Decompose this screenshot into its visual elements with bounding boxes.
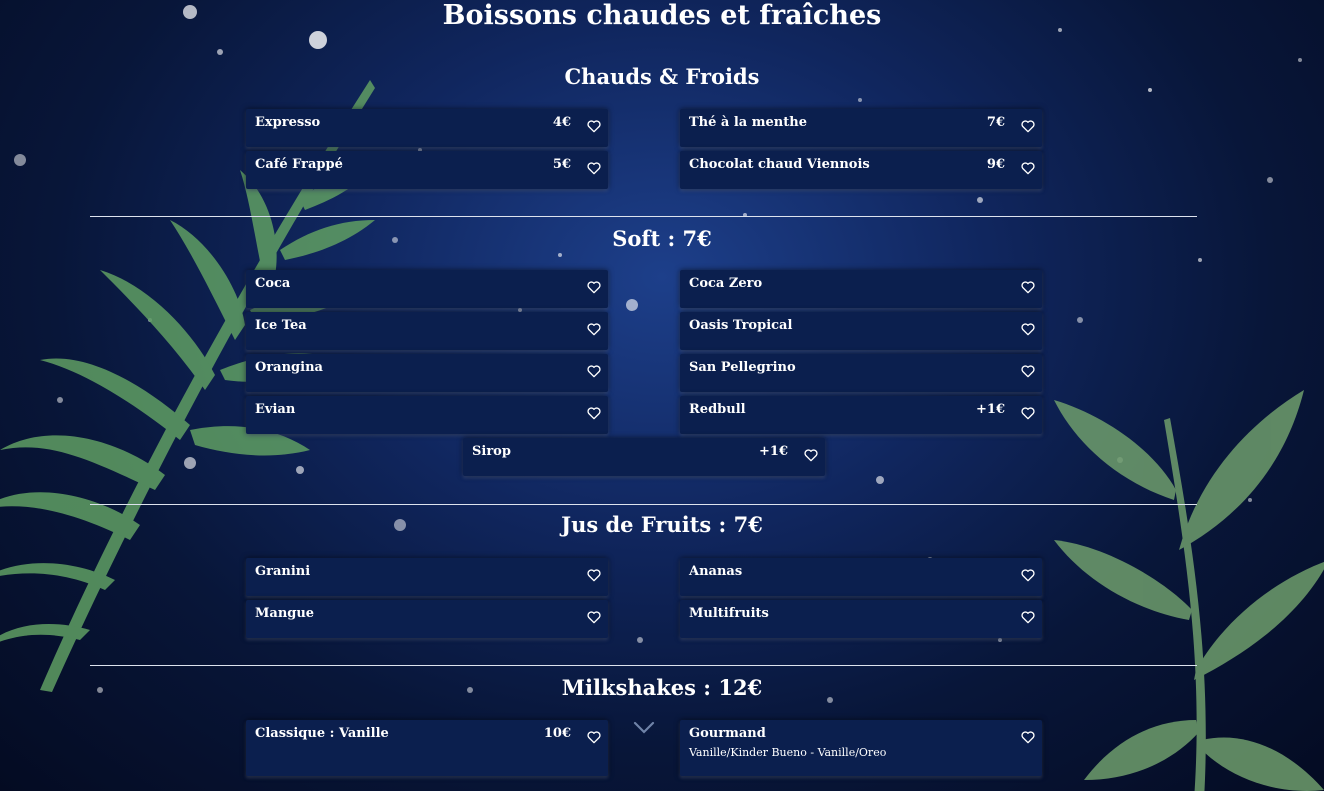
- heart-outline-icon[interactable]: [1020, 609, 1036, 625]
- heart-outline-icon[interactable]: [586, 279, 602, 295]
- heart-outline-icon[interactable]: [1020, 363, 1036, 379]
- item-name: Ice Tea: [255, 318, 307, 333]
- item-name: Evian: [255, 402, 296, 417]
- menu-item-chocolat-viennois[interactable]: Chocolat chaud Viennois 9€: [680, 151, 1042, 189]
- menu-item-ice-tea[interactable]: Ice Tea: [246, 312, 608, 350]
- item-price: 7€: [986, 115, 1005, 130]
- menu-item-coca[interactable]: Coca: [246, 270, 608, 308]
- item-price: 10€: [543, 726, 571, 741]
- section-title-milkshakes: Milkshakes : 12€: [561, 675, 763, 700]
- menu-item-oasis-tropical[interactable]: Oasis Tropical: [680, 312, 1042, 350]
- menu-item-mangue[interactable]: Mangue: [246, 600, 608, 638]
- menu-item-orangina[interactable]: Orangina: [246, 354, 608, 392]
- heart-outline-icon[interactable]: [1020, 405, 1036, 421]
- item-price: 9€: [986, 157, 1005, 172]
- item-name: Redbull: [689, 402, 746, 417]
- heart-outline-icon[interactable]: [803, 447, 819, 463]
- menu-item-multifruits[interactable]: Multifruits: [680, 600, 1042, 638]
- menu-item-sirop[interactable]: Sirop +1€: [463, 438, 825, 476]
- menu-item-gourmand[interactable]: Gourmand Vanille/Kinder Bueno - Vanille/…: [680, 720, 1042, 776]
- heart-outline-icon[interactable]: [586, 567, 602, 583]
- menu-item-cafe-frappe[interactable]: Café Frappé 5€: [246, 151, 608, 189]
- item-name: Sirop: [472, 444, 511, 459]
- heart-outline-icon[interactable]: [586, 609, 602, 625]
- item-price: +1€: [976, 402, 1005, 417]
- item-description: Vanille/Kinder Bueno - Vanille/Oreo: [689, 746, 887, 759]
- section-divider: [90, 665, 1197, 666]
- section-divider: [90, 504, 1197, 505]
- heart-outline-icon[interactable]: [586, 118, 602, 134]
- section-title-soft: Soft : 7€: [612, 226, 712, 251]
- item-name: Granini: [255, 564, 311, 579]
- item-price: 5€: [552, 157, 571, 172]
- chevron-down-icon[interactable]: [632, 720, 656, 736]
- menu-item-granini[interactable]: Granini: [246, 558, 608, 596]
- item-name: Coca Zero: [689, 276, 763, 291]
- item-name: Classique : Vanille: [255, 726, 389, 741]
- menu-item-ananas[interactable]: Ananas: [680, 558, 1042, 596]
- heart-outline-icon[interactable]: [586, 363, 602, 379]
- item-name: Coca: [255, 276, 291, 291]
- section-title-chauds-froids: Chauds & Froids: [564, 64, 760, 89]
- heart-outline-icon[interactable]: [586, 405, 602, 421]
- section-title-jus-de-fruits: Jus de Fruits : 7€: [561, 512, 763, 537]
- heart-outline-icon[interactable]: [1020, 567, 1036, 583]
- menu-item-the-menthe[interactable]: Thé à la menthe 7€: [680, 109, 1042, 147]
- heart-outline-icon[interactable]: [1020, 279, 1036, 295]
- leaf-decoration: [1054, 390, 1324, 791]
- menu-item-redbull[interactable]: Redbull +1€: [680, 396, 1042, 434]
- heart-outline-icon[interactable]: [1020, 118, 1036, 134]
- heart-outline-icon[interactable]: [586, 729, 602, 745]
- starfield-background: [14, 5, 1302, 774]
- menu-item-san-pellegrino[interactable]: San Pellegrino: [680, 354, 1042, 392]
- item-name: Ananas: [689, 564, 743, 579]
- page-title: Boissons chaudes et fraîches: [442, 0, 882, 31]
- section-divider: [90, 216, 1197, 217]
- item-name: Thé à la menthe: [689, 115, 807, 130]
- item-name: Expresso: [255, 115, 321, 130]
- item-name: Mangue: [255, 606, 315, 621]
- item-price: +1€: [759, 444, 788, 459]
- item-name: Multifruits: [689, 606, 769, 621]
- item-name: Oasis Tropical: [689, 318, 793, 333]
- heart-outline-icon[interactable]: [1020, 729, 1036, 745]
- item-name: Café Frappé: [255, 157, 343, 172]
- item-name: Chocolat chaud Viennois: [689, 157, 870, 172]
- menu-item-evian[interactable]: Evian: [246, 396, 608, 434]
- item-name: Orangina: [255, 360, 323, 375]
- item-name: Gourmand: [689, 726, 766, 741]
- heart-outline-icon[interactable]: [586, 321, 602, 337]
- item-name: San Pellegrino: [689, 360, 796, 375]
- item-price: 4€: [552, 115, 571, 130]
- heart-outline-icon[interactable]: [586, 160, 602, 176]
- heart-outline-icon[interactable]: [1020, 321, 1036, 337]
- menu-item-classique-vanille[interactable]: Classique : Vanille 10€: [246, 720, 608, 776]
- heart-outline-icon[interactable]: [1020, 160, 1036, 176]
- menu-item-coca-zero[interactable]: Coca Zero: [680, 270, 1042, 308]
- menu-item-expresso[interactable]: Expresso 4€: [246, 109, 608, 147]
